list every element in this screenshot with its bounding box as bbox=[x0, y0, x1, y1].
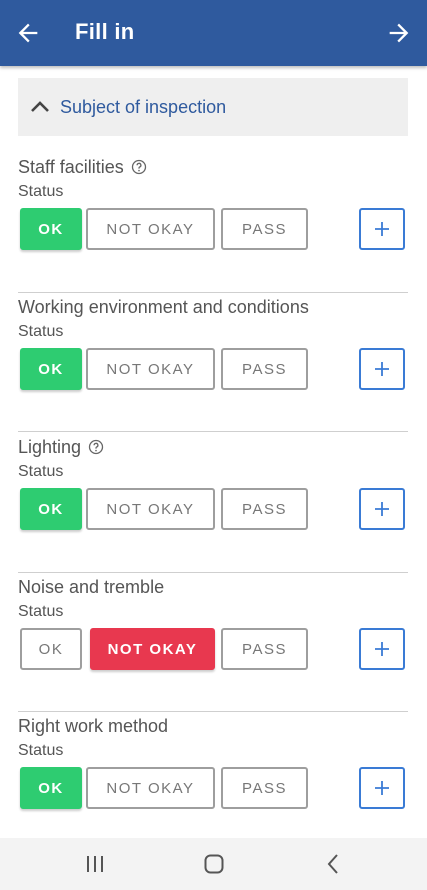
arrow-right-icon[interactable] bbox=[385, 19, 413, 47]
back-icon[interactable] bbox=[322, 852, 346, 876]
pass-button[interactable]: PASS bbox=[221, 628, 308, 670]
app-bar: Fill in bbox=[0, 0, 427, 66]
plus-icon bbox=[375, 502, 389, 516]
inspection-item-lighting: Lighting Status OK NOT OKAY PASS bbox=[18, 436, 408, 534]
ok-button[interactable]: OK bbox=[20, 208, 82, 250]
item-name: Working environment and conditions bbox=[18, 296, 309, 317]
not-okay-button[interactable]: NOT OKAY bbox=[86, 348, 215, 390]
home-icon[interactable] bbox=[202, 852, 226, 876]
not-okay-button[interactable]: NOT OKAY bbox=[86, 208, 215, 250]
inspection-item-working-environment: Working environment and conditions Statu… bbox=[18, 296, 408, 394]
not-okay-button[interactable]: NOT OKAY bbox=[86, 767, 215, 809]
not-okay-button[interactable]: NOT OKAY bbox=[86, 488, 215, 530]
pass-button[interactable]: PASS bbox=[221, 488, 308, 530]
system-nav-bar bbox=[0, 838, 427, 890]
help-icon[interactable] bbox=[131, 159, 147, 175]
inspection-item-noise-and-tremble: Noise and tremble Status OK NOT OKAY PAS… bbox=[18, 576, 408, 674]
divider bbox=[18, 711, 408, 712]
section-label: Subject of inspection bbox=[60, 96, 227, 117]
ok-button[interactable]: OK bbox=[20, 348, 82, 390]
status-label: Status bbox=[18, 183, 64, 200]
divider bbox=[18, 431, 408, 432]
ok-button[interactable]: OK bbox=[20, 767, 82, 809]
plus-icon bbox=[375, 781, 389, 795]
pass-button[interactable]: PASS bbox=[221, 767, 308, 809]
item-name: Staff facilities bbox=[18, 156, 124, 177]
status-label: Status bbox=[18, 603, 64, 620]
item-name: Right work method bbox=[18, 715, 169, 736]
item-name: Noise and tremble bbox=[18, 576, 165, 597]
add-button[interactable] bbox=[359, 348, 405, 390]
section-header-subject-of-inspection[interactable]: Subject of inspection bbox=[18, 78, 408, 136]
add-button[interactable] bbox=[359, 628, 405, 670]
add-button[interactable] bbox=[359, 488, 405, 530]
ok-button[interactable]: OK bbox=[20, 488, 82, 530]
help-icon[interactable] bbox=[88, 439, 104, 455]
inspection-item-staff-facilities: Staff facilities Status OK NOT OKAY PASS bbox=[18, 156, 408, 254]
ok-button[interactable]: OK bbox=[20, 628, 82, 670]
pass-button[interactable]: PASS bbox=[221, 348, 308, 390]
page-title: Fill in bbox=[75, 19, 135, 44]
not-okay-button[interactable]: NOT OKAY bbox=[90, 628, 215, 670]
plus-icon bbox=[375, 642, 389, 656]
status-label: Status bbox=[18, 742, 64, 759]
inspection-item-right-work-method: Right work method Status OK NOT OKAY PAS… bbox=[18, 715, 408, 813]
plus-icon bbox=[375, 362, 389, 376]
status-label: Status bbox=[18, 463, 64, 480]
add-button[interactable] bbox=[359, 208, 405, 250]
item-name: Lighting bbox=[18, 436, 82, 457]
recent-apps-icon[interactable] bbox=[83, 852, 107, 876]
divider bbox=[18, 572, 408, 573]
divider bbox=[18, 292, 408, 293]
pass-button[interactable]: PASS bbox=[221, 208, 308, 250]
add-button[interactable] bbox=[359, 767, 405, 809]
status-label: Status bbox=[18, 323, 64, 340]
chevron-up-icon bbox=[31, 101, 49, 112]
arrow-left-icon[interactable] bbox=[14, 19, 42, 47]
plus-icon bbox=[375, 222, 389, 236]
